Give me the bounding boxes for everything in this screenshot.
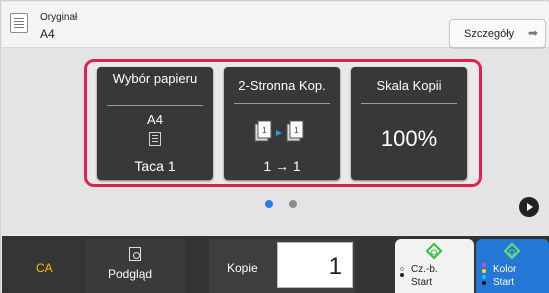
details-button[interactable]: Szczegóły ➡ xyxy=(449,19,546,48)
tile-divider xyxy=(234,103,330,104)
bw-start-button[interactable]: Cz.-b. Start xyxy=(395,239,474,293)
tile-divider xyxy=(107,105,203,106)
bw-indicator-dots xyxy=(400,267,406,287)
tile-divider xyxy=(361,103,457,104)
start-diamond-icon xyxy=(503,242,521,260)
arrow-right-icon: ➡ xyxy=(528,26,539,40)
duplex-copy-title: 2-Stronna Kop. xyxy=(238,78,326,93)
copy-ratio-value: 100% xyxy=(380,126,438,151)
preview-icon xyxy=(129,247,141,261)
clear-all-button[interactable]: CA xyxy=(2,239,82,293)
svg-text:1: 1 xyxy=(294,126,299,135)
copy-screen: Oryginał A4 Szczegóły ➡ Wybór papieru A4… xyxy=(0,0,549,293)
color-start-label-line1: Kolor xyxy=(493,264,517,275)
details-button-label: Szczegóły xyxy=(464,28,515,40)
original-document-icon xyxy=(10,13,28,33)
original-size-value: A4 xyxy=(40,27,55,41)
duplex-mode-value: 1 → 1 xyxy=(263,158,301,174)
color-start-label-line2: Start xyxy=(493,277,515,288)
bw-start-label-line2: Start xyxy=(411,277,433,288)
copy-ratio-title: Skala Kopii xyxy=(376,78,442,93)
preview-label: Podgląd xyxy=(108,267,153,281)
paper-size-value: A4 xyxy=(147,112,163,127)
copy-ratio-tile[interactable]: Skala Kopii 100% xyxy=(351,67,467,180)
original-label: Oryginał xyxy=(40,12,78,23)
preview-button[interactable]: Podgląd xyxy=(85,239,185,293)
page-indicator-active[interactable] xyxy=(265,200,273,208)
page-indicator-inactive[interactable] xyxy=(289,200,297,208)
copies-input[interactable]: 1 xyxy=(277,242,353,288)
paper-select-tile[interactable]: Wybór papieru A4 Taca 1 xyxy=(97,67,213,180)
bw-start-label-line1: Cz.-b. xyxy=(411,264,438,275)
next-page-icon[interactable] xyxy=(519,197,539,217)
duplex-copy-icon: 1 1 xyxy=(254,120,304,142)
start-diamond-icon xyxy=(425,242,443,260)
copies-label: Kopie xyxy=(227,261,258,275)
paper-tray-value: Taca 1 xyxy=(134,158,176,174)
tray-icon xyxy=(149,132,161,146)
color-start-button[interactable]: Kolor Start xyxy=(476,239,549,293)
copies-value: 1 xyxy=(328,253,342,280)
clear-all-label: CA xyxy=(36,261,53,275)
color-indicator-dots xyxy=(482,263,488,289)
svg-text:1: 1 xyxy=(262,126,267,135)
paper-select-title: Wybór papieru xyxy=(112,71,198,86)
